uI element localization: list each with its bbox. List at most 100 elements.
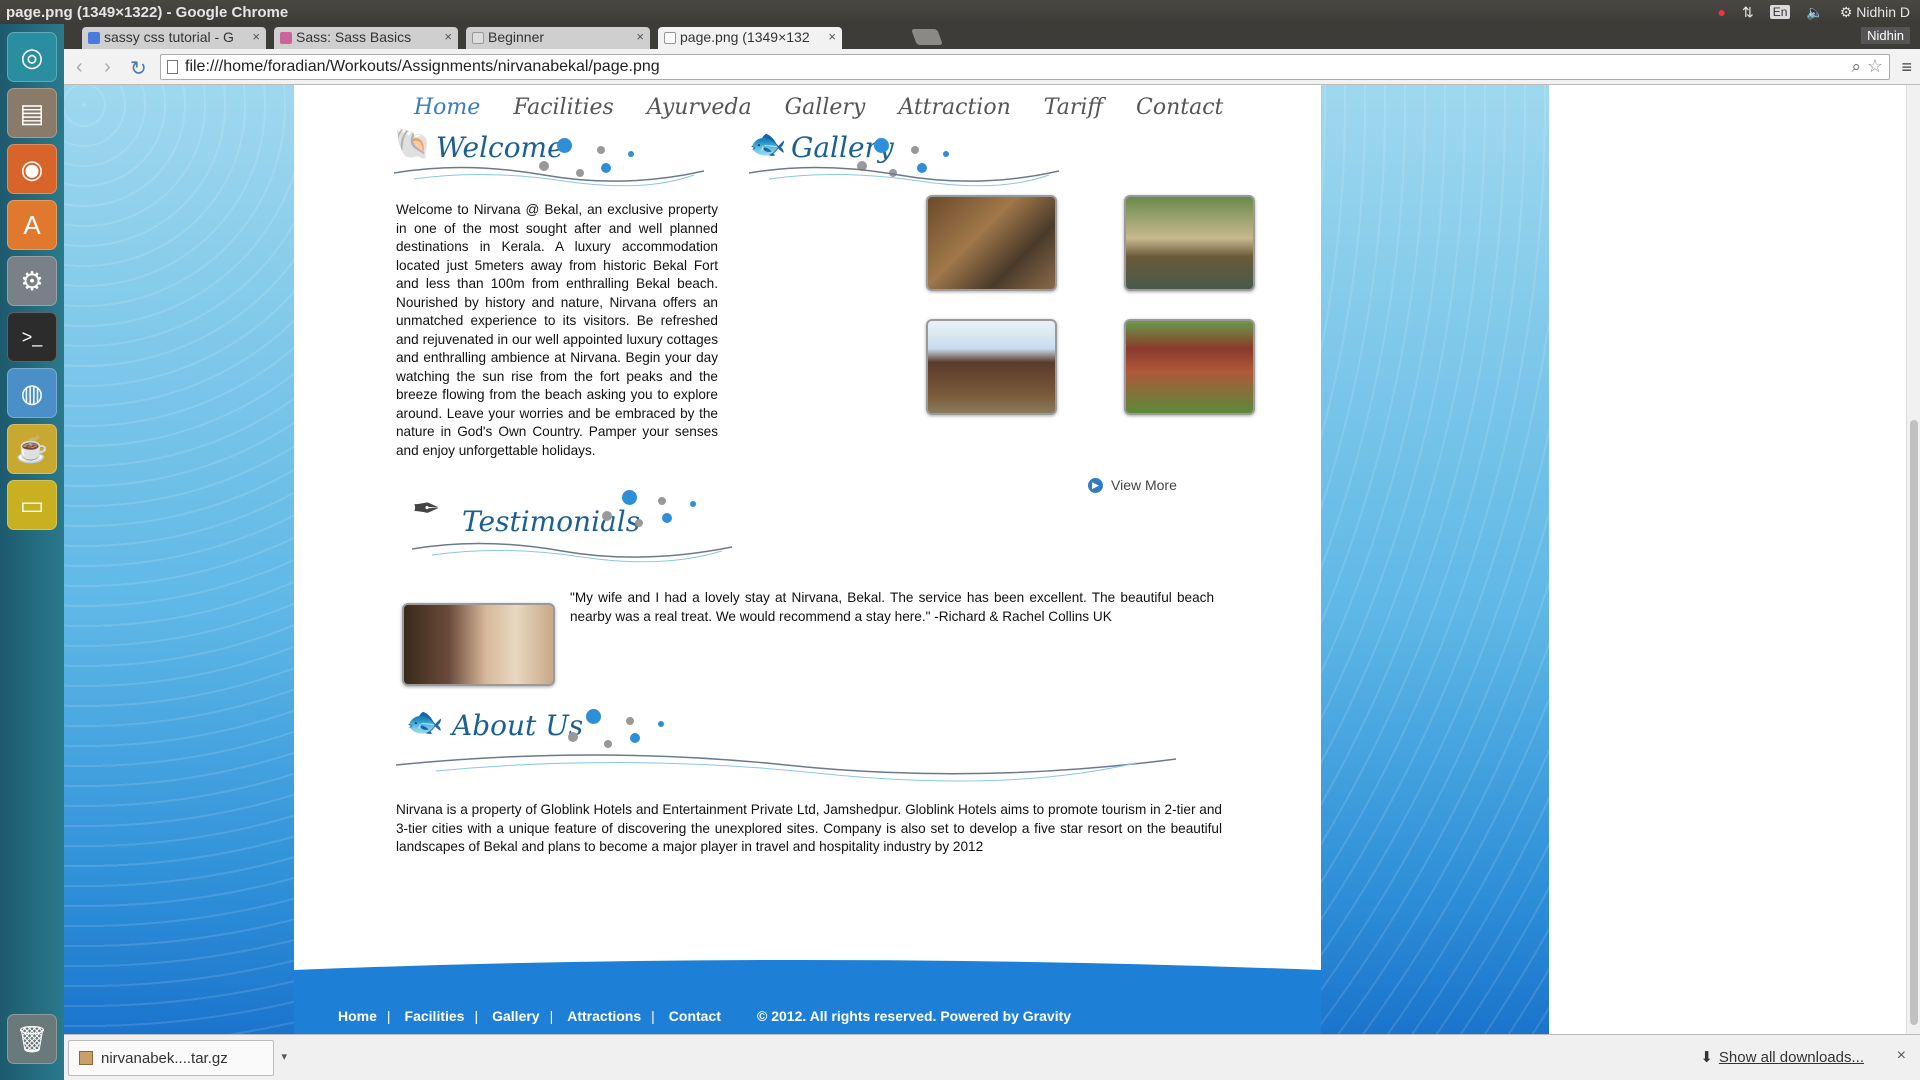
download-filename: nirvanabek....tar.gz	[101, 1050, 228, 1067]
wave-divider	[412, 542, 732, 563]
welcome-text: Welcome to Nirvana @ Bekal, an exclusive…	[396, 202, 718, 458]
new-tab-button[interactable]	[911, 29, 943, 45]
show-all-downloads-link[interactable]: ⬇ Show all downloads...	[1700, 1048, 1864, 1066]
teapot-icon[interactable]: ☕	[7, 424, 57, 474]
tab-label: sassy css tutorial - G	[104, 29, 234, 45]
nav-facilities[interactable]: Facilities	[513, 95, 614, 120]
tab-beginner[interactable]: Beginner ×	[466, 27, 650, 49]
bubble-dot	[602, 511, 612, 521]
gallery-heading: 🐟 Gallery	[749, 123, 1059, 203]
software-center-icon[interactable]: A	[7, 200, 57, 250]
page-viewport: Home Facilities Ayurveda Gallery Attract…	[64, 85, 1920, 1034]
bubble-dot	[658, 721, 664, 727]
welcome-heading: 🐚 Welcome	[394, 123, 704, 203]
testimonials-title: Testimonials	[462, 505, 641, 538]
gear-icon: ⚙	[1839, 3, 1853, 20]
terminal-icon[interactable]: >_	[7, 312, 57, 362]
profile-badge[interactable]: Nidhin	[1861, 27, 1910, 44]
tab-strip: sassy css tutorial - G × Sass: Sass Basi…	[64, 24, 1920, 49]
bubble-dot	[690, 501, 696, 507]
zoom-icon[interactable]: ⌕	[1851, 57, 1861, 77]
chrome-menu-icon[interactable]: ≡	[1901, 57, 1912, 78]
welcome-title: Welcome	[436, 131, 564, 164]
dropdown-arrow-icon[interactable]: ▾	[281, 1050, 287, 1063]
footer-link-facilities[interactable]: Facilities	[405, 1008, 465, 1024]
show-all-label: Show all downloads...	[1718, 1049, 1864, 1066]
trash-icon[interactable]: 🗑	[7, 1014, 57, 1064]
reload-icon[interactable]: ↻	[130, 56, 147, 81]
bubble-dot	[568, 732, 578, 742]
browser-toolbar: ‹ › ↻ file:///home/foradian/Workouts/Ass…	[64, 49, 1920, 85]
scrollbar-thumb[interactable]	[1910, 420, 1918, 1025]
nav-tariff[interactable]: Tariff	[1044, 95, 1103, 120]
chrome-icon[interactable]: ◍	[7, 368, 57, 418]
bubble-dot	[628, 151, 634, 157]
download-item[interactable]: nirvanabek....tar.gz ▾	[68, 1040, 287, 1076]
nav-ayurveda[interactable]: Ayurveda	[647, 95, 752, 120]
files-icon[interactable]: ▤	[7, 88, 57, 138]
forward-icon[interactable]: ›	[104, 56, 111, 79]
address-bar[interactable]: file:///home/foradian/Workouts/Assignmen…	[160, 54, 1890, 80]
wave-divider	[394, 166, 704, 187]
site-content: Home Facilities Ayurveda Gallery Attract…	[294, 85, 1321, 1034]
site-nav: Home Facilities Ayurveda Gallery Attract…	[414, 95, 1256, 120]
user-menu[interactable]: ⚙ Nidhin D	[1840, 4, 1910, 21]
user-name: Nidhin D	[1856, 3, 1910, 20]
bubble-dot	[943, 151, 949, 157]
nav-home[interactable]: Home	[414, 95, 480, 120]
tab-label: page.png (1349×132	[680, 29, 810, 45]
close-icon[interactable]: ×	[252, 29, 260, 44]
system-top-panel: page.png (1349×1322) - Google Chrome ● ⇅…	[0, 0, 1920, 24]
close-icon[interactable]: ×	[828, 29, 836, 44]
tab-sassy-css-tutorial[interactable]: sassy css tutorial - G ×	[82, 27, 266, 49]
bookmark-star-icon[interactable]: ☆	[1867, 56, 1883, 77]
gallery-photo-dining[interactable]	[926, 195, 1057, 291]
gallery-photo-cottage[interactable]	[1124, 319, 1255, 415]
site-footer: Home | Facilities | Gallery | Attractions | …	[294, 950, 1321, 1034]
fish-icon: 🐟	[749, 128, 787, 161]
keyboard-layout[interactable]: En	[1769, 5, 1791, 19]
nav-contact[interactable]: Contact	[1136, 95, 1223, 120]
about-text: Nirvana is a property of Globlink Hotels…	[396, 802, 1222, 854]
tab-sass-basics[interactable]: Sass: Sass Basics ×	[274, 27, 458, 49]
view-more-link[interactable]: ▶ View More	[1088, 477, 1177, 493]
gallery-photo-fort[interactable]	[926, 319, 1057, 415]
nav-attraction[interactable]: Attraction	[898, 95, 1010, 120]
back-icon[interactable]: ‹	[76, 56, 83, 79]
testimonials-heading: ✒ Testimonials	[412, 485, 732, 565]
close-icon[interactable]: ×	[636, 29, 644, 44]
ruler-icon[interactable]: ▭	[7, 480, 57, 530]
page-icon	[664, 32, 676, 44]
separator: |	[549, 1008, 554, 1024]
gallery-photo-houseboat[interactable]	[1124, 195, 1255, 291]
fish-icon: 🐟	[406, 706, 444, 739]
page-icon	[472, 32, 484, 44]
tab-page-png[interactable]: page.png (1349×132 ×	[658, 27, 842, 49]
quill-pen-icon: ✒	[412, 490, 441, 528]
vertical-scrollbar[interactable]	[1906, 85, 1920, 1034]
tab-label: Beginner	[488, 29, 545, 45]
copyright-text: © 2012. All rights reserved. Powered by …	[757, 1008, 1072, 1024]
close-icon[interactable]: ×	[1897, 1047, 1906, 1065]
about-title: About Us	[452, 709, 584, 742]
bubble-dot	[911, 146, 919, 154]
bubble-dot	[626, 717, 634, 725]
footer-link-gallery[interactable]: Gallery	[492, 1008, 539, 1024]
footer-link-contact[interactable]: Contact	[669, 1008, 721, 1024]
dash-home-icon[interactable]: ◎	[7, 32, 57, 82]
testimonial-photo	[402, 603, 555, 686]
footer-link-attractions[interactable]: Attractions	[567, 1008, 641, 1024]
chrome-tray-icon[interactable]: ●	[1718, 4, 1726, 20]
close-icon[interactable]: ×	[444, 29, 452, 44]
footer-link-home[interactable]: Home	[338, 1008, 377, 1024]
shell-icon: 🐚	[394, 128, 432, 161]
nav-gallery[interactable]: Gallery	[785, 95, 866, 120]
about-heading: 🐟 About Us	[396, 701, 1176, 782]
download-arrow-icon: ⬇	[1700, 1049, 1713, 1066]
network-icon[interactable]: ⇅	[1742, 4, 1754, 21]
settings-icon[interactable]: ⚙	[7, 256, 57, 306]
bubble-dot	[586, 709, 601, 724]
volume-icon[interactable]: 🔈	[1806, 4, 1823, 21]
view-more-label: View More	[1111, 477, 1177, 493]
firefox-icon[interactable]: ◉	[7, 144, 57, 194]
